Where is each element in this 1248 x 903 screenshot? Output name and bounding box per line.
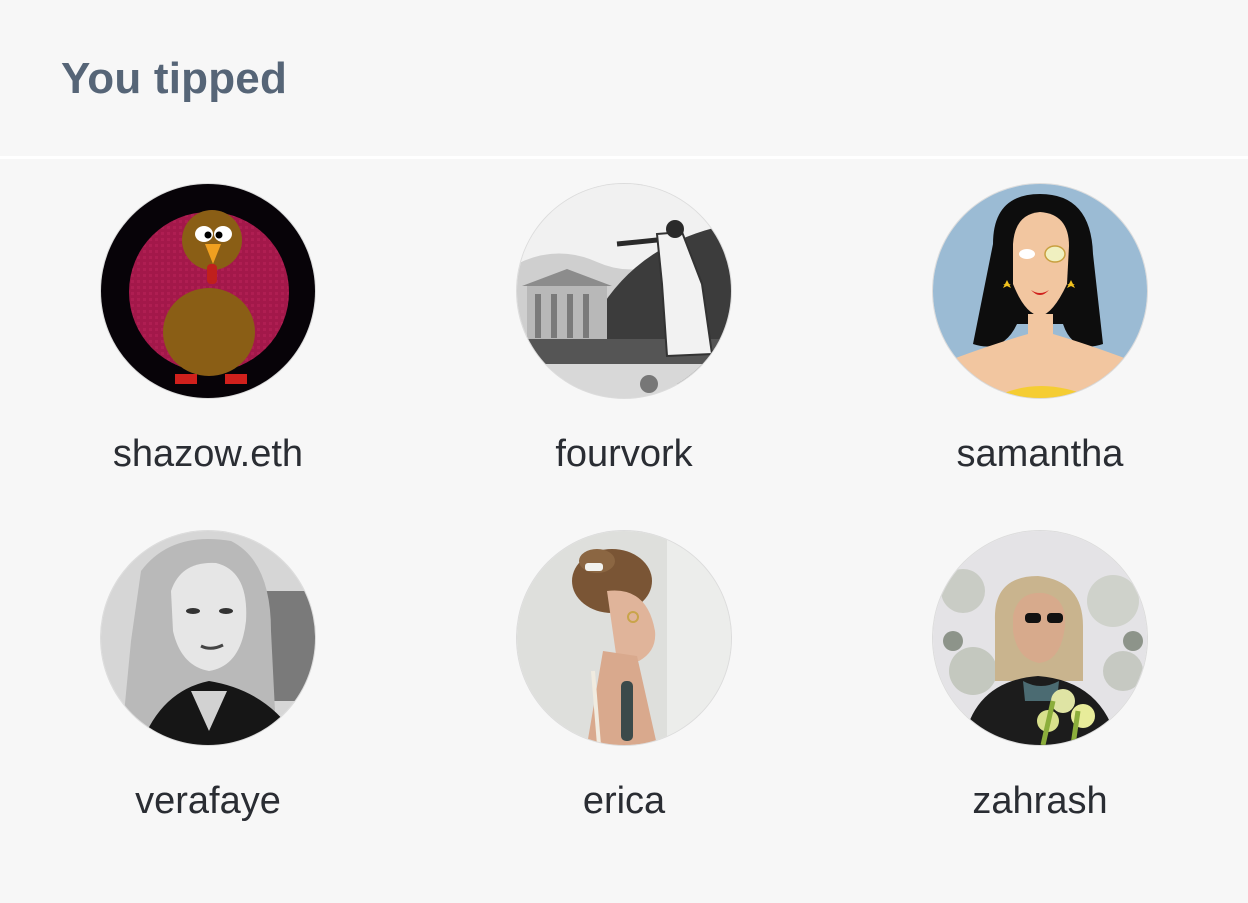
avatar-shazow[interactable] [101, 184, 315, 398]
turkey-avatar-image [101, 184, 315, 398]
user-name: fourvork [555, 433, 693, 475]
snow-flowers-image [933, 531, 1147, 745]
divider [0, 156, 1248, 159]
engraving-orator-image [517, 184, 731, 398]
user-tile-fourvork[interactable]: fourvork [474, 184, 774, 476]
user-name: shazow.eth [112, 433, 304, 475]
section-header: You tipped [0, 0, 1248, 156]
avatar-fourvork[interactable] [517, 184, 731, 398]
user-tile-zahrash[interactable]: zahrash [890, 531, 1190, 823]
user-tile-erica[interactable]: erica [474, 531, 774, 823]
user-name: samantha [956, 433, 1124, 475]
user-name: zahrash [972, 780, 1108, 822]
user-tile-verafaye[interactable]: verafaye [58, 531, 358, 823]
user-name: verafaye [135, 780, 281, 822]
section-title: You tipped [61, 54, 288, 103]
illustrated-woman-image [933, 184, 1147, 398]
avatar-verafaye[interactable] [101, 531, 315, 745]
avatar-samantha[interactable] [933, 184, 1147, 398]
avatar-erica[interactable] [517, 531, 731, 745]
avatar-zahrash[interactable] [933, 531, 1147, 745]
profile-photo-image [517, 531, 731, 745]
user-tile-samantha[interactable]: samantha [890, 184, 1190, 476]
bw-portrait-image [101, 531, 315, 745]
user-name: erica [582, 780, 666, 822]
user-tile-shazow[interactable]: shazow.eth [58, 184, 358, 476]
